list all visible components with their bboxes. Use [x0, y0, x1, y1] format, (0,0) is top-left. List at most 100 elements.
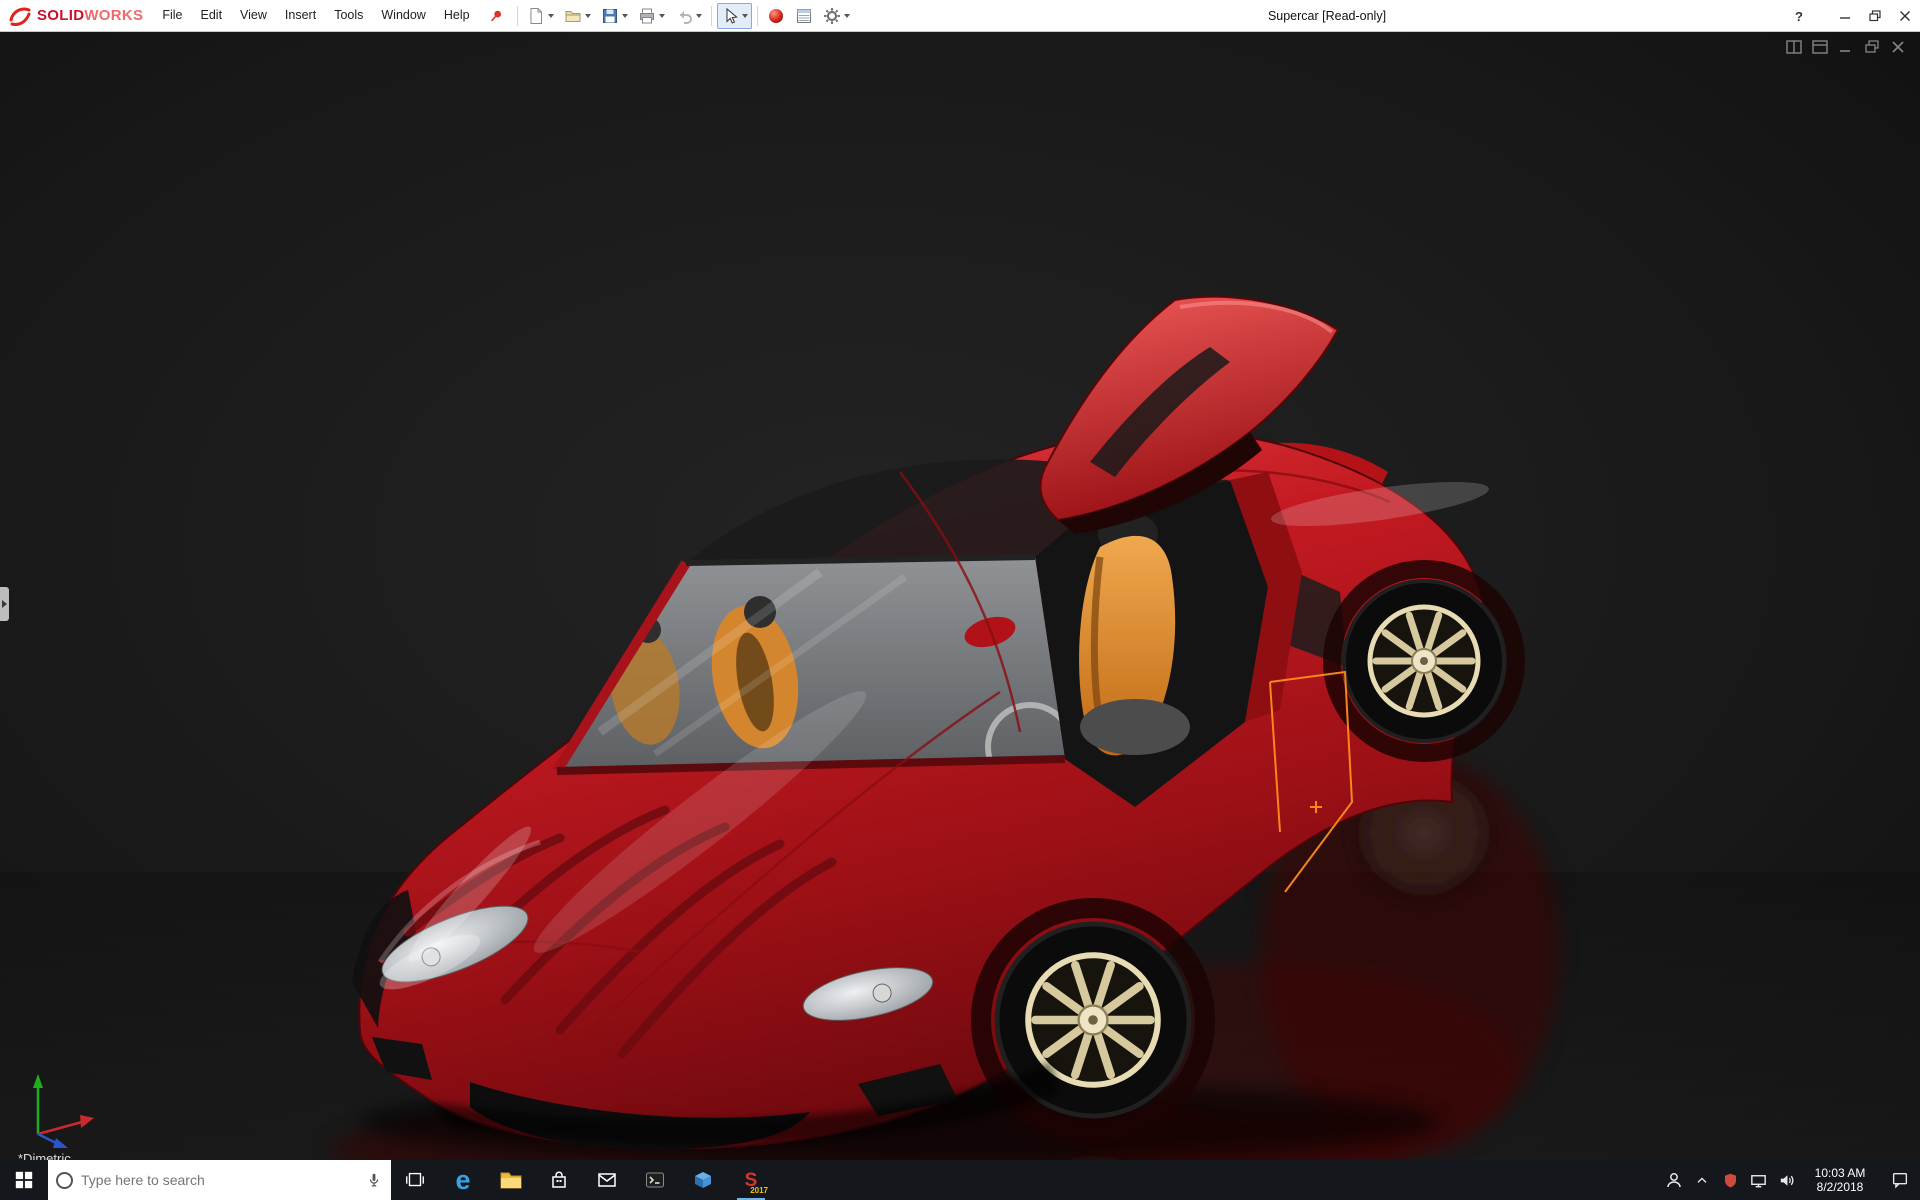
pane-icon[interactable] [1812, 40, 1828, 54]
restore-document-icon[interactable] [1864, 40, 1880, 54]
volume-tray-button[interactable] [1772, 1160, 1800, 1200]
graphics-viewport[interactable]: *Dimetric [0, 32, 1920, 1160]
brand-text: SOLIDWORKS [37, 7, 143, 25]
security-tray-button[interactable] [1716, 1160, 1744, 1200]
cortana-icon[interactable] [56, 1171, 73, 1189]
task-view-button[interactable] [391, 1160, 439, 1200]
undo-icon [679, 10, 692, 24]
print-dropdown[interactable] [658, 13, 665, 18]
document-properties-button[interactable] [791, 3, 817, 29]
minimize-document-icon[interactable] [1838, 40, 1854, 54]
select-cursor-icon [726, 7, 738, 24]
search-input[interactable] [81, 1172, 357, 1188]
solidworks-version-badge: 2017 [750, 1186, 768, 1195]
new-document-dropdown[interactable] [547, 13, 554, 18]
hidden-icons-button[interactable] [1688, 1160, 1716, 1200]
select-dropdown[interactable] [741, 13, 748, 18]
close-button[interactable] [1890, 0, 1920, 32]
print-icon [639, 8, 654, 23]
options-dropdown[interactable] [843, 13, 850, 18]
close-icon [1900, 11, 1910, 21]
menu-file[interactable]: File [153, 0, 191, 31]
action-center-button[interactable] [1880, 1160, 1920, 1200]
appearance-sphere-icon [768, 8, 783, 23]
system-tray: 10:03 AM 8/2/2018 [1660, 1160, 1920, 1200]
car-model-render[interactable] [0, 32, 1920, 1160]
open-dropdown[interactable] [584, 13, 591, 18]
minimize-button[interactable] [1830, 0, 1860, 32]
new-document-button[interactable] [523, 3, 558, 29]
help-button[interactable]: ? [1784, 0, 1814, 32]
cube-app-icon [695, 1172, 711, 1188]
file-explorer-button[interactable] [487, 1160, 535, 1200]
microphone-icon[interactable] [365, 1171, 383, 1189]
document-window-controls [1786, 40, 1906, 54]
edge-icon: e [455, 1164, 471, 1195]
taskbar-search[interactable] [48, 1160, 391, 1200]
open-button[interactable] [560, 3, 595, 29]
brand-works: WORKS [84, 6, 144, 24]
action-center-icon [1892, 1172, 1908, 1189]
save-floppy-icon [602, 8, 617, 23]
people-button[interactable] [1660, 1160, 1688, 1200]
cad-viewer-app-button[interactable] [679, 1160, 727, 1200]
restore-icon [1869, 10, 1881, 22]
undo-dropdown[interactable] [695, 13, 702, 18]
clock-time: 10:03 AM [1814, 1166, 1866, 1180]
options-button[interactable] [819, 3, 854, 29]
split-pane-icon[interactable] [1786, 40, 1802, 54]
appearances-button[interactable] [763, 3, 789, 29]
solidworks-window: SOLIDWORKS File Edit View Insert Tools W… [0, 0, 1920, 1200]
volume-icon [1780, 1174, 1793, 1186]
menu-help[interactable]: Help [435, 0, 479, 31]
close-document-icon[interactable] [1890, 40, 1906, 54]
orientation-triad [33, 1074, 94, 1148]
file-explorer-icon [500, 1172, 522, 1189]
rear-wheel[interactable] [1344, 581, 1504, 741]
console-app-button[interactable] [631, 1160, 679, 1200]
people-icon [1667, 1173, 1681, 1188]
document-title: Supercar [Read-only] [1267, 9, 1387, 23]
toolbar-separator [516, 5, 518, 26]
document-properties-icon [796, 8, 811, 23]
task-view-icon [406, 1172, 424, 1187]
seat-cushion [1080, 699, 1190, 755]
chevron-up-icon [1697, 1177, 1707, 1183]
store-button[interactable] [535, 1160, 583, 1200]
view-orientation-label: *Dimetric [18, 1151, 71, 1160]
mail-button[interactable] [583, 1160, 631, 1200]
menu-view[interactable]: View [231, 0, 276, 31]
select-button[interactable] [716, 2, 752, 29]
restore-button[interactable] [1860, 0, 1890, 32]
toolbar-separator [756, 5, 758, 26]
windows-logo-icon [15, 1171, 33, 1189]
toolbar-separator [710, 5, 712, 26]
featuremanager-collapsed-tab[interactable] [0, 587, 9, 621]
menu-insert[interactable]: Insert [276, 0, 325, 31]
menu-tools[interactable]: Tools [325, 0, 372, 31]
undo-button[interactable] [671, 3, 706, 29]
pushpin-icon [490, 10, 501, 21]
menu-edit[interactable]: Edit [192, 0, 232, 31]
solidworks-2017-button[interactable]: S 2017 [727, 1160, 775, 1200]
network-tray-button[interactable] [1744, 1160, 1772, 1200]
start-button[interactable] [0, 1160, 48, 1200]
open-folder-icon [565, 10, 581, 22]
taskbar-clock[interactable]: 10:03 AM 8/2/2018 [1800, 1160, 1880, 1200]
edge-app-button[interactable]: e [439, 1160, 487, 1200]
save-button[interactable] [597, 3, 632, 29]
gear-icon [823, 7, 840, 24]
taskbar: e [0, 1160, 1920, 1200]
pin-menu-button[interactable] [483, 3, 509, 29]
store-bag-icon [552, 1171, 566, 1188]
solidworks-logo-icon [9, 7, 31, 26]
clock-date: 8/2/2018 [1816, 1180, 1864, 1194]
standard-toolbar [522, 0, 855, 31]
menu-window[interactable]: Window [372, 0, 434, 31]
print-button[interactable] [634, 3, 669, 29]
new-document-icon [530, 7, 542, 24]
security-shield-icon [1724, 1173, 1736, 1188]
solidworks-logo: SOLIDWORKS [0, 5, 153, 27]
console-icon [646, 1172, 664, 1188]
save-dropdown[interactable] [621, 13, 628, 18]
